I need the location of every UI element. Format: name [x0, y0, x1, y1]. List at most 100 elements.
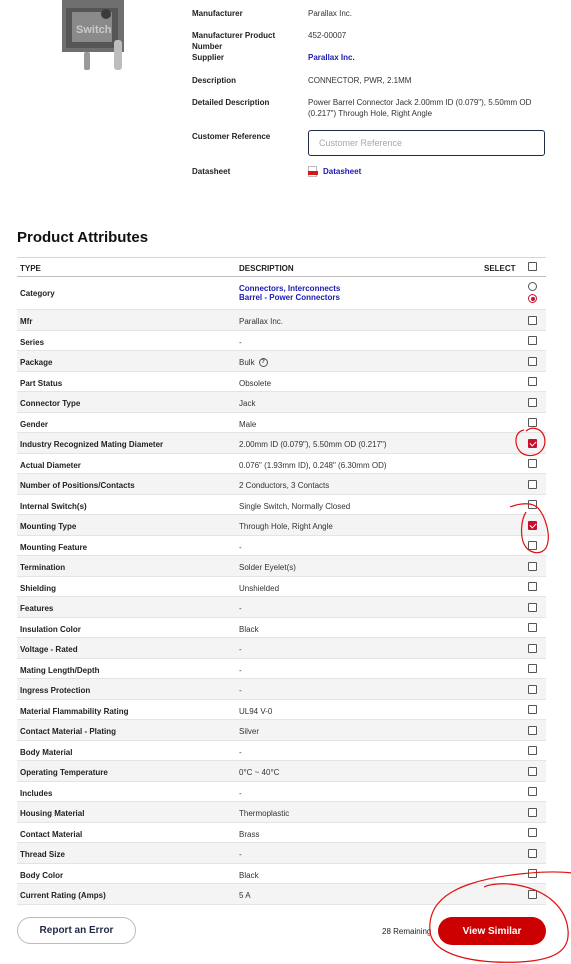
table-row: Body Material - [17, 741, 546, 761]
datasheet-link-wrap[interactable]: Datasheet [308, 166, 361, 177]
product-attributes-title: Product Attributes [17, 229, 149, 246]
attribute-value: Bulk [239, 358, 255, 367]
header-description: DESCRIPTION [239, 264, 294, 273]
attributes-table-body: Category Connectors, Interconnects Barrel … [17, 277, 546, 905]
table-row: Insulation Color Black [17, 618, 546, 638]
select-checkbox[interactable] [528, 541, 537, 550]
customer-reference-input[interactable] [308, 130, 545, 156]
attribute-value: - [239, 686, 242, 695]
select-checkbox[interactable] [528, 480, 537, 489]
attribute-type: Material Flammability Rating [20, 707, 129, 716]
attribute-description: Obsolete [239, 379, 271, 388]
select-checkbox[interactable] [528, 336, 537, 345]
category-link[interactable]: Barrel - Power Connectors [239, 293, 340, 302]
attribute-type: Connector Type [20, 399, 81, 408]
attribute-value: Black [239, 871, 259, 880]
attribute-value: Male [239, 420, 257, 429]
select-checkbox[interactable] [528, 316, 537, 325]
attribute-type: Series [20, 338, 45, 347]
select-checkbox[interactable] [528, 746, 537, 755]
attribute-value: - [239, 645, 242, 654]
attribute-description: Silver [239, 727, 259, 736]
select-checkbox[interactable] [528, 664, 537, 673]
select-checkbox[interactable] [528, 377, 537, 386]
attribute-value: Unshielded [239, 584, 280, 593]
attribute-type: Insulation Color [20, 625, 81, 634]
select-checkbox[interactable] [528, 869, 537, 878]
select-checkbox[interactable] [528, 787, 537, 796]
attribute-description: - [239, 666, 242, 675]
help-icon[interactable]: ? [258, 358, 268, 368]
supplier-link[interactable]: Parallax Inc. [308, 52, 546, 63]
select-checkbox[interactable] [528, 644, 537, 653]
select-checkbox[interactable] [528, 808, 537, 817]
select-checkbox[interactable] [528, 418, 537, 427]
attribute-type: Mounting Type [20, 522, 77, 531]
select-checkbox[interactable] [528, 500, 537, 509]
attribute-value: Parallax Inc. [239, 317, 284, 326]
select-all-checkbox[interactable] [528, 262, 537, 271]
attribute-description: Through Hole, Right Angle [239, 522, 333, 531]
attribute-value: - [239, 543, 242, 552]
attribute-description: - [239, 338, 242, 347]
select-checkbox[interactable] [528, 439, 537, 448]
report-error-button[interactable]: Report an Error [17, 917, 136, 944]
mpn-label: Manufacturer Product Number [192, 31, 276, 51]
attribute-description: Single Switch, Normally Closed [239, 502, 350, 511]
attribute-description: Jack [239, 399, 255, 408]
table-row: Termination Solder Eyelet(s) [17, 556, 546, 577]
select-checkbox[interactable] [528, 521, 537, 530]
attribute-description: Black [239, 871, 259, 880]
attribute-description: 0.076" (1.93mm ID), 0.248" (6.30mm OD) [239, 461, 387, 470]
select-checkbox[interactable] [528, 582, 537, 591]
select-checkbox[interactable] [528, 685, 537, 694]
svg-text:Switch: Switch [76, 24, 112, 36]
select-checkbox[interactable] [528, 767, 537, 776]
attribute-description: - [239, 645, 242, 654]
select-checkbox[interactable] [528, 562, 537, 571]
select-checkbox[interactable] [528, 849, 537, 858]
attribute-description: Bulk? [239, 358, 268, 368]
table-row: Mounting Feature - [17, 536, 546, 556]
attribute-value: - [239, 604, 242, 613]
attribute-value: 5 A [239, 891, 251, 900]
select-checkbox[interactable] [528, 705, 537, 714]
datasheet-link[interactable]: Datasheet [323, 167, 361, 176]
view-similar-button[interactable]: View Similar [438, 917, 546, 945]
attribute-type: Part Status [20, 379, 63, 388]
table-row: Package Bulk? [17, 351, 546, 372]
attribute-value: 0.076" (1.93mm ID), 0.248" (6.30mm OD) [239, 461, 387, 470]
table-row: Material Flammability Rating UL94 V-0 [17, 700, 546, 720]
header-select: SELECT [484, 264, 516, 273]
table-row: Housing Material Thermoplastic [17, 802, 546, 823]
attribute-type: Mfr [20, 317, 33, 326]
attribute-value: Brass [239, 830, 260, 839]
attribute-description: UL94 V-0 [239, 707, 272, 716]
select-checkbox[interactable] [528, 357, 537, 366]
select-checkbox[interactable] [528, 398, 537, 407]
table-row: Industry Recognized Mating Diameter 2.00m… [17, 433, 546, 454]
attribute-type: Operating Temperature [20, 768, 108, 777]
attribute-type: Ingress Protection [20, 686, 91, 695]
attribute-value: Solder Eyelet(s) [239, 563, 296, 572]
table-row: Internal Switch(s) Single Switch, Normall… [17, 495, 546, 515]
attribute-value: 0°C ~ 40°C [239, 768, 280, 777]
category-radio-2[interactable] [528, 294, 537, 303]
table-row: Contact Material - Plating Silver [17, 720, 546, 741]
attribute-type: Number of Positions/Contacts [20, 481, 135, 490]
select-checkbox[interactable] [528, 726, 537, 735]
select-checkbox[interactable] [528, 603, 537, 612]
category-radio-1[interactable] [528, 282, 537, 291]
select-checkbox[interactable] [528, 890, 537, 899]
select-checkbox[interactable] [528, 459, 537, 468]
attribute-description: - [239, 789, 242, 798]
table-row: Voltage - Rated - [17, 638, 546, 659]
supplier-label: Supplier [192, 53, 225, 62]
attribute-description: 5 A [239, 891, 251, 900]
category-link[interactable]: Connectors, Interconnects [239, 284, 340, 293]
select-checkbox[interactable] [528, 828, 537, 837]
attribute-description: 0°C ~ 40°C [239, 768, 279, 777]
detailed-description-value: Power Barrel Connector Jack 2.00mm ID (0… [308, 98, 532, 118]
attribute-type: Actual Diameter [20, 461, 81, 470]
select-checkbox[interactable] [528, 623, 537, 632]
